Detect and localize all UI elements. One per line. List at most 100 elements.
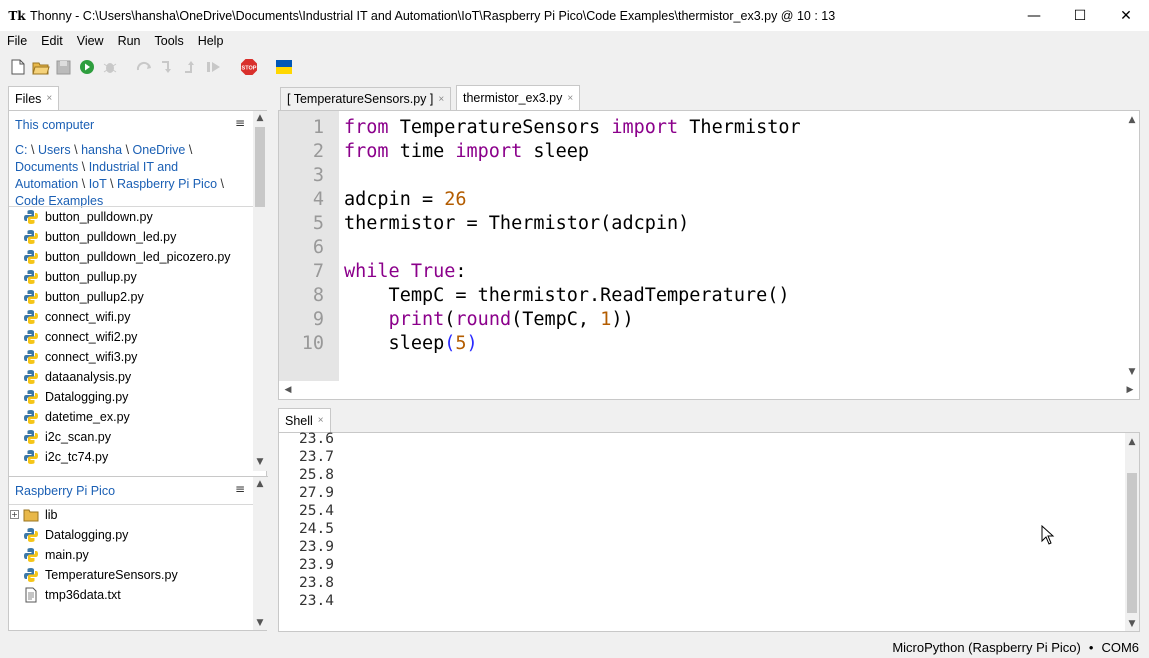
line-number: 1 bbox=[312, 117, 324, 138]
scroll-up-icon[interactable]: ▲ bbox=[253, 477, 267, 491]
menu-help[interactable]: Help bbox=[191, 34, 231, 48]
tab-thermistor-ex3[interactable]: thermistor_ex3.py × bbox=[456, 85, 581, 110]
tab-files[interactable]: Files × bbox=[8, 86, 60, 110]
crumb-pico[interactable]: Raspberry Pi Pico bbox=[117, 177, 217, 191]
file-name: datetime_ex.py bbox=[45, 410, 130, 424]
files-scrollbar[interactable]: ▲ ▼ bbox=[253, 111, 267, 471]
code-line[interactable]: from TemperatureSensors import Thermisto… bbox=[344, 116, 801, 140]
menu-edit[interactable]: Edit bbox=[34, 34, 70, 48]
shell-scrollbar[interactable]: ▲ ▼ bbox=[1125, 433, 1139, 631]
file-name: connect_wifi.py bbox=[45, 310, 131, 324]
stop-icon[interactable]: STOP bbox=[239, 58, 258, 77]
file-list-item[interactable]: button_pulldown_led.py bbox=[23, 227, 231, 247]
file-list-item[interactable]: dataanalysis.py bbox=[23, 367, 231, 387]
new-file-icon[interactable] bbox=[8, 58, 27, 77]
file-name: i2c_tc74.py bbox=[45, 450, 109, 464]
menu-view[interactable]: View bbox=[70, 34, 111, 48]
code-line[interactable]: adcpin = 26 bbox=[344, 188, 467, 212]
file-list-item[interactable]: button_pulldown.py bbox=[23, 207, 231, 227]
pico-scrollbar[interactable]: ▲ ▼ bbox=[253, 477, 267, 630]
ukraine-flag-icon[interactable] bbox=[274, 58, 293, 77]
menu-icon[interactable]: ≡ bbox=[235, 482, 245, 496]
code-line[interactable]: thermistor = Thermistor(adcpin) bbox=[344, 212, 689, 236]
file-name: button_pulldown_led.py bbox=[45, 230, 177, 244]
scroll-up-icon[interactable]: ▲ bbox=[1125, 113, 1139, 127]
file-list-item[interactable]: button_pullup.py bbox=[23, 267, 231, 287]
expand-icon[interactable]: + bbox=[10, 510, 19, 519]
this-computer-title[interactable]: This computer bbox=[15, 118, 94, 132]
close-tab-icon[interactable]: × bbox=[46, 93, 52, 104]
scroll-down-icon[interactable]: ▼ bbox=[1125, 365, 1139, 379]
file-list-item[interactable]: connect_wifi.py bbox=[23, 307, 231, 327]
menu-run[interactable]: Run bbox=[111, 34, 148, 48]
code-line[interactable]: while True: bbox=[344, 260, 467, 284]
save-icon[interactable] bbox=[54, 58, 73, 77]
line-number: 3 bbox=[312, 165, 324, 186]
file-name: button_pullup2.py bbox=[45, 290, 144, 304]
close-tab-icon[interactable]: × bbox=[318, 415, 324, 426]
debug-icon[interactable] bbox=[100, 58, 119, 77]
code-line[interactable]: print(round(TempC, 1)) bbox=[344, 308, 634, 332]
crumb-c[interactable]: C: bbox=[15, 143, 28, 157]
file-list-item[interactable]: Datalogging.py bbox=[23, 525, 178, 545]
code-line[interactable]: TempC = thermistor.ReadTemperature() bbox=[344, 284, 790, 308]
open-file-icon[interactable] bbox=[31, 58, 50, 77]
crumb-users[interactable]: Users bbox=[38, 143, 71, 157]
resume-icon[interactable] bbox=[204, 58, 223, 77]
file-list-item[interactable]: connect_wifi2.py bbox=[23, 327, 231, 347]
file-list-item[interactable]: tmp36data.txt bbox=[23, 585, 178, 605]
crumb-onedrive[interactable]: OneDrive bbox=[133, 143, 186, 157]
file-list-item[interactable]: i2c_scan.py bbox=[23, 427, 231, 447]
tab-temperaturesensors[interactable]: [ TemperatureSensors.py ] × bbox=[280, 87, 452, 110]
minimize-button[interactable]: — bbox=[1011, 0, 1057, 31]
file-list-item[interactable]: main.py bbox=[23, 545, 178, 565]
title-bar: Tk Thonny - C:\Users\hansha\OneDrive\Doc… bbox=[0, 0, 1149, 31]
crumb-hansha[interactable]: hansha bbox=[81, 143, 122, 157]
editor-vscrollbar[interactable]: ▲ ▼ bbox=[1125, 111, 1139, 381]
scroll-left-icon[interactable]: ◀ bbox=[281, 383, 295, 397]
close-button[interactable]: ✕ bbox=[1103, 0, 1149, 31]
shell-panel[interactable]: 23.6 23.7 25.8 27.9 25.4 24.5 23.9 23.9 23.8 23.4… bbox=[278, 431, 1140, 632]
scroll-down-icon[interactable]: ▼ bbox=[253, 616, 267, 630]
scroll-right-icon[interactable]: ▶ bbox=[1123, 383, 1137, 397]
menu-tools[interactable]: Tools bbox=[148, 34, 191, 48]
step-into-icon[interactable] bbox=[158, 58, 177, 77]
scroll-down-icon[interactable]: ▼ bbox=[253, 455, 267, 469]
file-list-item[interactable]: button_pullup2.py bbox=[23, 287, 231, 307]
file-list-item[interactable]: button_pulldown_led_picozero.py bbox=[23, 247, 231, 267]
close-tab-icon[interactable]: × bbox=[438, 94, 444, 105]
python-file-icon bbox=[23, 209, 39, 225]
code-line[interactable]: from time import sleep bbox=[344, 140, 589, 164]
python-file-icon bbox=[23, 547, 39, 563]
menu-icon[interactable]: ≡ bbox=[235, 116, 245, 130]
file-list-item[interactable]: Datalogging.py bbox=[23, 387, 231, 407]
editor-hscrollbar[interactable]: ◀ ▶ bbox=[279, 383, 1139, 397]
run-icon[interactable] bbox=[77, 58, 96, 77]
file-list-item[interactable]: TemperatureSensors.py bbox=[23, 565, 178, 585]
port-status[interactable]: COM6 bbox=[1101, 640, 1139, 655]
maximize-button[interactable]: ☐ bbox=[1057, 0, 1103, 31]
scroll-thumb[interactable] bbox=[255, 127, 265, 207]
pico-title[interactable]: Raspberry Pi Pico bbox=[15, 484, 115, 498]
scroll-down-icon[interactable]: ▼ bbox=[1125, 617, 1139, 631]
crumb-iot[interactable]: IoT bbox=[89, 177, 107, 191]
step-out-icon[interactable] bbox=[181, 58, 200, 77]
code-line[interactable]: sleep(5) bbox=[344, 332, 478, 356]
tab-shell[interactable]: Shell × bbox=[278, 408, 331, 432]
menu-file[interactable]: File bbox=[0, 34, 34, 48]
scroll-thumb[interactable] bbox=[1127, 473, 1137, 613]
interpreter-status[interactable]: MicroPython (Raspberry Pi Pico) bbox=[892, 640, 1081, 655]
file-list-item[interactable]: lib bbox=[23, 505, 178, 525]
step-over-icon[interactable] bbox=[135, 58, 154, 77]
shell-output-line: 25.4 bbox=[299, 503, 334, 519]
scroll-up-icon[interactable]: ▲ bbox=[1125, 435, 1139, 449]
file-list-item[interactable]: i2c_tc74.py bbox=[23, 447, 231, 467]
code-editor[interactable]: 1 2 3 4 5 6 7 8 9 10 ▲ ▼ ◀ ▶ from TemperatureSens… bbox=[278, 110, 1140, 400]
file-list-item[interactable]: connect_wifi3.py bbox=[23, 347, 231, 367]
scroll-up-icon[interactable]: ▲ bbox=[253, 111, 267, 125]
code-token: time bbox=[388, 141, 456, 162]
python-file-icon bbox=[23, 527, 39, 543]
crumb-documents[interactable]: Documents bbox=[15, 160, 78, 174]
file-list-item[interactable]: datetime_ex.py bbox=[23, 407, 231, 427]
close-tab-icon[interactable]: × bbox=[567, 93, 573, 104]
